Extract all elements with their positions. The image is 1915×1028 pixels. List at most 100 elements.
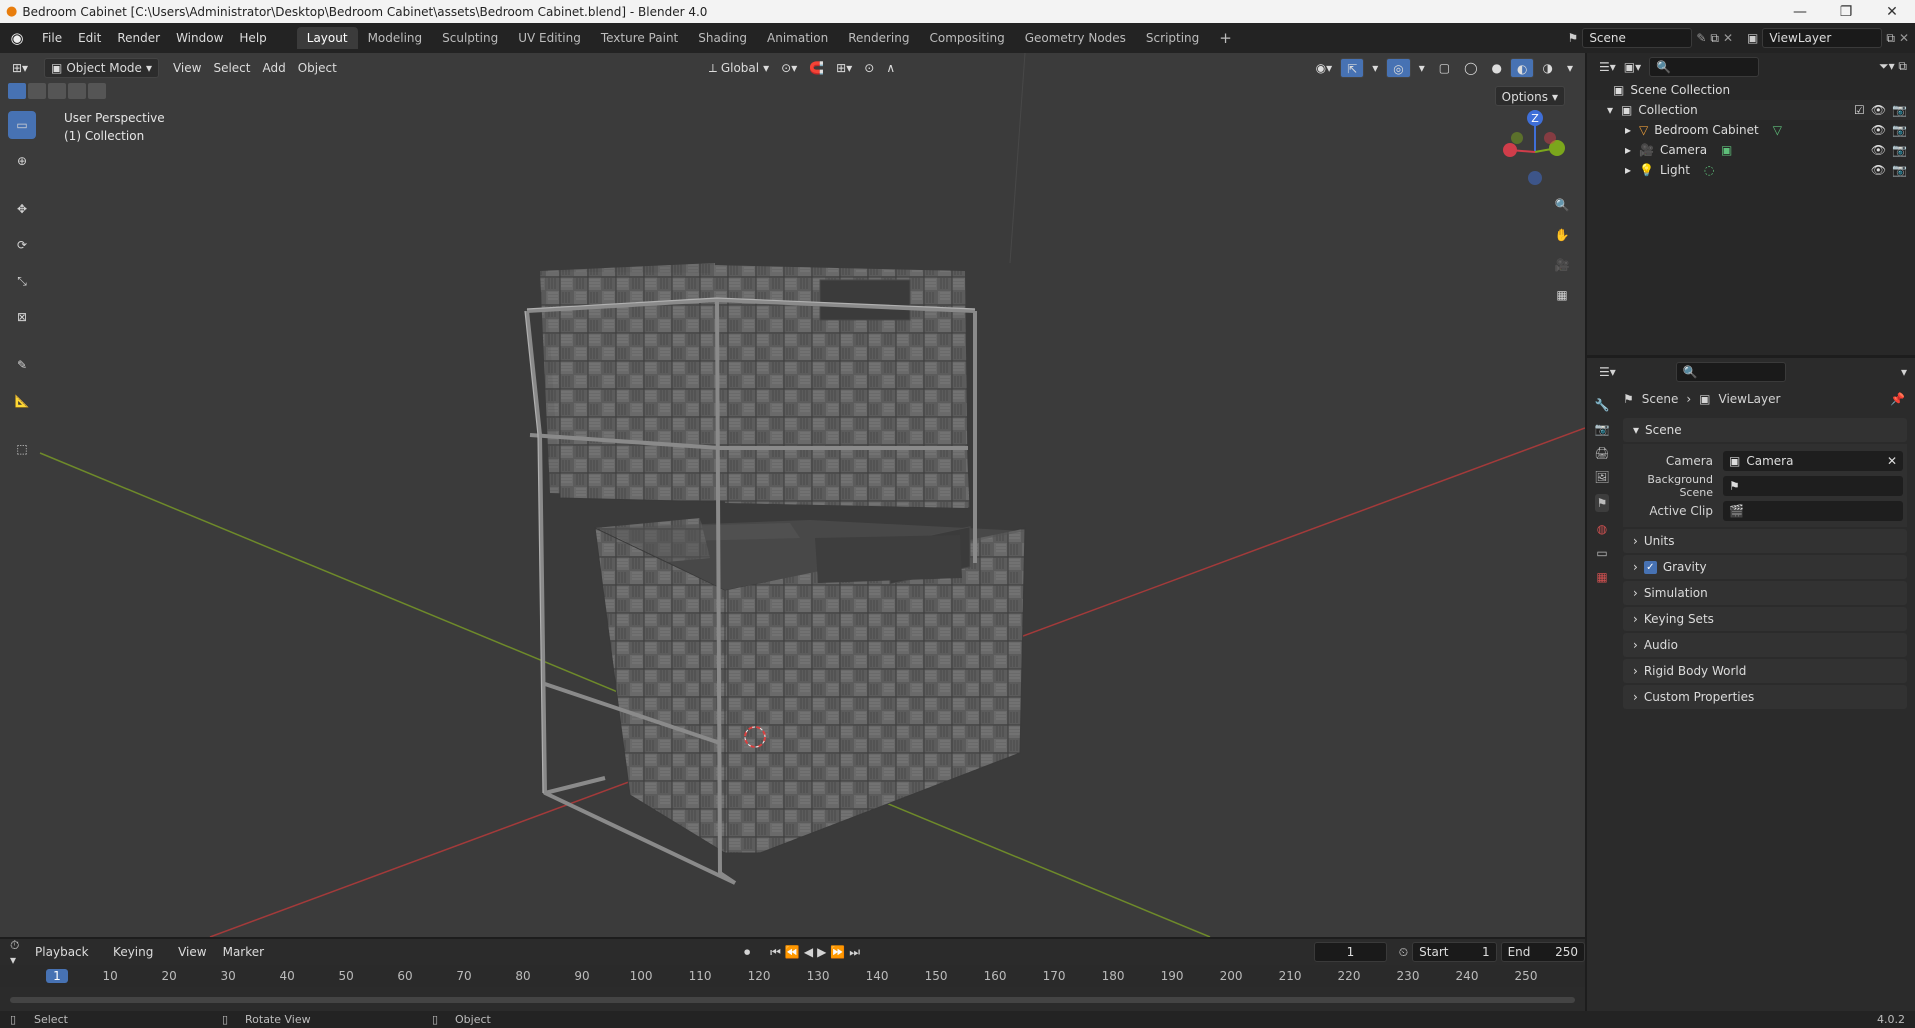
viewport-menu-add[interactable]: Add (256, 58, 291, 78)
outliner-item-light[interactable]: ▸ 💡 Light ◌ 👁 📷 (1587, 160, 1915, 180)
delete-viewlayer-icon[interactable]: ✕ (1899, 31, 1909, 45)
scene-type-icon[interactable]: ⚑ (1568, 31, 1579, 45)
timeline-menu-keying[interactable]: Keying ▾ (107, 942, 168, 979)
jump-keyframe-back-icon[interactable]: ⏪ (785, 945, 800, 959)
viewlayer-icon[interactable]: ▣ (1747, 31, 1758, 45)
eye-icon[interactable]: 👁 (1871, 123, 1886, 137)
snap-target-dropdown[interactable]: ⊞▾ (830, 58, 858, 78)
panel-custom-properties-header[interactable]: › Custom Properties (1623, 685, 1907, 709)
render-camera-icon[interactable]: 📷 (1892, 163, 1907, 177)
camera-view-icon[interactable]: 🎥 (1549, 252, 1575, 278)
start-frame-field[interactable]: Start 1 (1412, 942, 1497, 962)
select-intersect-icon[interactable] (88, 83, 106, 99)
transform-orientation-dropdown[interactable]: ⟂ Global ▾ (703, 58, 775, 78)
play-reverse-icon[interactable]: ◀ (804, 945, 813, 959)
select-box-tool-icon[interactable]: ▭ (8, 111, 36, 139)
mode-dropdown[interactable]: ▣ Object Mode ▾ (44, 57, 159, 78)
falloff-dropdown[interactable]: ∧ (880, 58, 901, 78)
close-window-button[interactable]: ✕ (1869, 0, 1915, 23)
visibility-dropdown[interactable]: ◉▾ (1310, 58, 1339, 78)
gizmo-toggle[interactable]: ⇱ (1340, 57, 1365, 78)
tab-uv-editing[interactable]: UV Editing (508, 27, 591, 49)
play-icon[interactable]: ▶ (817, 945, 826, 959)
panel-gravity-header[interactable]: › ✓ Gravity (1623, 555, 1907, 579)
outliner-collection-row[interactable]: ▾ ▣ Collection ☑ 👁 📷 (1587, 100, 1915, 120)
gizmo-dropdown[interactable]: ▾ (1366, 58, 1384, 78)
panel-rigid-body-world-header[interactable]: › Rigid Body World (1623, 659, 1907, 683)
cursor-tool-icon[interactable]: ⊕ (8, 147, 36, 175)
tab-geometry-nodes[interactable]: Geometry Nodes (1015, 27, 1136, 49)
select-invert-icon[interactable] (68, 83, 86, 99)
current-frame-indicator[interactable]: 1 (46, 969, 68, 983)
menu-window[interactable]: Window (168, 27, 231, 49)
tab-scripting[interactable]: Scripting (1136, 27, 1209, 49)
editor-type-icon[interactable]: ⊞▾ (12, 61, 40, 75)
clear-field-icon[interactable]: ✕ (1887, 454, 1903, 468)
end-frame-field[interactable]: End 250 (1500, 942, 1585, 962)
filter-icon[interactable]: ⏷▾ ⧉ (1879, 59, 1915, 74)
panel-units-header[interactable]: › Units (1623, 529, 1907, 553)
active-clip-field[interactable]: 🎬 (1723, 500, 1903, 521)
tab-rendering[interactable]: Rendering (838, 27, 919, 49)
scene-selector[interactable]: Scene (1582, 28, 1693, 48)
jump-start-icon[interactable]: ⏮ (770, 945, 781, 960)
zoom-icon[interactable]: 🔍 (1549, 192, 1575, 218)
viewport-menu-object[interactable]: Object (292, 58, 343, 78)
overlay-toggle[interactable]: ◎ (1386, 57, 1411, 78)
expand-arrow-icon[interactable]: ▾ (1607, 103, 1621, 117)
perspective-toggle-icon[interactable]: ▦ (1549, 282, 1575, 308)
chevron-down-icon[interactable]: ▾ (1901, 365, 1915, 379)
viewport-menu-view[interactable]: View (167, 58, 207, 78)
pin-icon[interactable]: ✎ (1696, 31, 1706, 45)
eye-icon[interactable]: 👁 (1871, 163, 1886, 177)
rotate-tool-icon[interactable]: ⟳ (8, 231, 36, 259)
render-camera-icon[interactable]: 📷 (1892, 103, 1907, 117)
select-extend-icon[interactable] (28, 83, 46, 99)
solid-shading-button[interactable]: ● (1486, 58, 1508, 78)
delete-scene-icon[interactable]: ✕ (1723, 31, 1733, 45)
tab-sculpting[interactable]: Sculpting (432, 27, 508, 49)
jump-keyframe-forward-icon[interactable]: ⏩ (830, 945, 845, 959)
viewlayer-selector[interactable]: ViewLayer (1762, 28, 1883, 48)
tab-shading[interactable]: Shading (688, 27, 757, 49)
expand-arrow-icon[interactable]: ▸ (1625, 143, 1639, 157)
preview-range-icon[interactable]: ⏲ (1399, 945, 1408, 960)
rendered-shading-button[interactable]: ◑ (1536, 58, 1558, 78)
exclude-checkbox[interactable]: ☑ (1854, 103, 1865, 117)
expand-arrow-icon[interactable]: ▸ (1625, 163, 1639, 177)
panel-audio-header[interactable]: › Audio (1623, 633, 1907, 657)
outliner-item-bedroom-cabinet[interactable]: ▸ ▽ Bedroom Cabinet ▽ 👁 📷 (1587, 120, 1915, 140)
timeline-editor-type-icon[interactable]: ⏱▾ (10, 938, 25, 967)
panel-simulation-header[interactable]: › Simulation (1623, 581, 1907, 605)
properties-editor-type-icon[interactable]: ☰▾ (1599, 365, 1616, 379)
expand-arrow-icon[interactable]: ▸ (1625, 123, 1639, 137)
menu-file[interactable]: File (34, 27, 70, 49)
maximize-button[interactable]: ❐ (1823, 0, 1869, 23)
render-camera-icon[interactable]: 📷 (1892, 143, 1907, 157)
viewport-menu-select[interactable]: Select (207, 58, 256, 78)
new-scene-icon[interactable]: ⧉ (1710, 31, 1719, 46)
scale-tool-icon[interactable]: ⤡ (8, 267, 36, 295)
3d-viewport[interactable]: ⊞▾ ▣ Object Mode ▾ View Select Add Objec… (0, 53, 1585, 937)
menu-help[interactable]: Help (231, 27, 274, 49)
overlay-dropdown[interactable]: ▾ (1413, 58, 1431, 78)
timeline-track-area[interactable] (0, 987, 1585, 1011)
tab-layout[interactable]: Layout (296, 27, 358, 49)
xray-toggle[interactable]: ▢ (1433, 58, 1456, 78)
wireframe-shading-button[interactable]: ◯ (1458, 58, 1483, 78)
display-mode-icon[interactable]: ▣▾ (1624, 60, 1641, 74)
gravity-checkbox[interactable]: ✓ (1643, 560, 1657, 574)
timeline-menu-marker[interactable]: Marker (217, 942, 270, 962)
navigation-gizmo[interactable]: Z (1495, 108, 1575, 193)
select-subtract-icon[interactable] (48, 83, 66, 99)
tool-tab-icon[interactable]: 🔧 (1595, 398, 1610, 412)
shading-dropdown[interactable]: ▾ (1561, 58, 1579, 78)
properties-search-input[interactable]: 🔍 (1675, 362, 1786, 382)
outliner-item-camera[interactable]: ▸ 🎥 Camera ▣ 👁 📷 (1587, 140, 1915, 160)
record-icon[interactable]: ⏺ (744, 945, 750, 960)
proportional-edit-toggle[interactable]: ⊙ (858, 58, 880, 78)
eye-icon[interactable]: 👁 (1871, 103, 1886, 117)
transform-tool-icon[interactable]: ⊠ (8, 303, 36, 331)
add-cube-tool-icon[interactable]: ⬚ (8, 435, 36, 463)
frame-ruler[interactable]: 1 10 20 30 40 50 60 70 80 90 100 110 120 130 140 150 160… (0, 965, 1585, 1011)
